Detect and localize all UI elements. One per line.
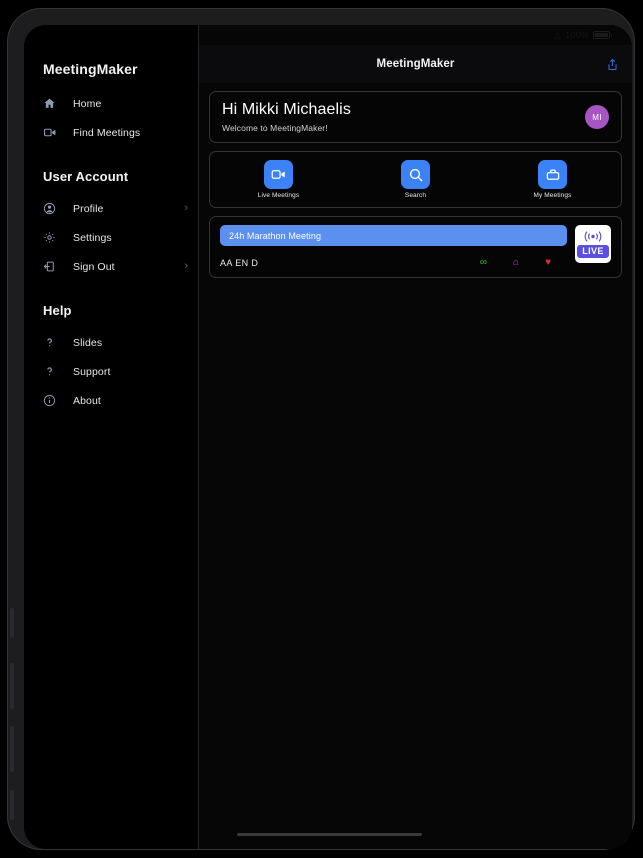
sidebar-item-label: Settings — [73, 231, 112, 244]
action-label: My Meetings — [533, 192, 572, 199]
greeting-title: Hi Mikki Michaelis — [222, 100, 351, 118]
live-label: LIVE — [577, 245, 609, 258]
sidebar-item-label: Home — [73, 97, 102, 110]
sidebar-section-help: Help — [43, 303, 72, 318]
greeting-card: Hi Mikki Michaelis Welcome to MeetingMak… — [209, 91, 622, 143]
action-live-meetings[interactable]: Live Meetings — [210, 160, 347, 199]
sidebar-item-settings[interactable]: Settings — [24, 223, 198, 252]
volume-down-button[interactable] — [10, 726, 14, 772]
sidebar-item-label: Find Meetings — [73, 126, 141, 139]
app-layout: MeetingMaker Home Find Meetings User Acc… — [24, 25, 632, 849]
screenshot-root: MeetingMaker Home Find Meetings User Acc… — [0, 0, 643, 858]
infinity-icon: ∞ — [479, 257, 488, 268]
question-mark-icon — [43, 365, 63, 378]
volume-up-button[interactable] — [10, 663, 14, 709]
sidebar-item-label: Profile — [73, 202, 104, 215]
battery-level-label: 100% — [565, 30, 589, 40]
chevron-right-icon: › — [184, 260, 188, 272]
battery-full-icon — [593, 31, 612, 39]
house-icon: ⌂ — [513, 257, 520, 268]
share-icon[interactable] — [602, 53, 622, 75]
app-header: MeetingMaker — [199, 45, 632, 83]
briefcase-icon — [538, 160, 567, 189]
greeting-text: Hi Mikki Michaelis Welcome to MeetingMak… — [222, 101, 585, 133]
sidebar-item-home[interactable]: Home — [24, 89, 198, 118]
meeting-meta-label: AA EN D — [220, 258, 259, 268]
home-icon — [43, 97, 63, 110]
sidebar-brand: MeetingMaker — [43, 61, 138, 77]
search-icon — [401, 160, 430, 189]
device-bezel: MeetingMaker Home Find Meetings User Acc… — [7, 8, 635, 850]
action-label: Live Meetings — [257, 192, 300, 199]
main-content: △ 100% MeetingMaker Hi Mikki Michaelis W… — [199, 25, 632, 849]
device-side-button[interactable] — [10, 608, 14, 638]
device-side-button-lower[interactable] — [10, 790, 14, 820]
broadcast-icon — [583, 230, 603, 243]
sidebar-item-label: About — [73, 394, 101, 407]
page-title: MeetingMaker — [376, 58, 455, 70]
heart-icon: ♥ — [545, 257, 551, 268]
meeting-card[interactable]: 24h Marathon Meeting AA EN D ∞ ⌂ ♥ LIVE — [209, 216, 622, 278]
sidebar-item-label: Slides — [73, 336, 103, 349]
chevron-right-icon: › — [184, 202, 188, 214]
action-label: Search — [404, 192, 427, 199]
sidebar-item-label: Sign Out — [73, 260, 115, 273]
quick-actions-card: Live Meetings Search My Meetings — [209, 151, 622, 208]
gear-icon — [43, 231, 63, 244]
sidebar-item-sign-out[interactable]: Sign Out › — [24, 252, 198, 281]
sidebar-item-profile[interactable]: Profile › — [24, 194, 198, 223]
home-indicator[interactable] — [237, 833, 422, 836]
sidebar-item-about[interactable]: About — [24, 386, 198, 415]
sidebar-item-label: Support — [73, 365, 111, 378]
meeting-meta-icons: ∞ ⌂ ♥ — [480, 258, 567, 268]
meeting-title[interactable]: 24h Marathon Meeting — [220, 225, 567, 246]
sidebar-section-user-account: User Account — [43, 169, 129, 184]
greeting-subtitle: Welcome to MeetingMaker! — [222, 123, 328, 134]
wifi-icon: △ — [554, 29, 562, 40]
sign-out-icon — [43, 260, 63, 273]
user-circle-icon — [43, 202, 63, 215]
meeting-meta-row: AA EN D ∞ ⌂ ♥ — [220, 258, 567, 269]
sidebar: MeetingMaker Home Find Meetings User Acc… — [24, 25, 199, 849]
action-my-meetings[interactable]: My Meetings — [484, 160, 621, 199]
avatar[interactable]: MI — [585, 105, 609, 129]
live-badge[interactable]: LIVE — [575, 225, 611, 263]
device-display: MeetingMaker Home Find Meetings User Acc… — [24, 25, 632, 849]
sidebar-item-slides[interactable]: Slides — [24, 328, 198, 357]
action-search[interactable]: Search — [347, 160, 484, 199]
content-panels: Hi Mikki Michaelis Welcome to MeetingMak… — [199, 83, 632, 849]
sidebar-item-find-meetings[interactable]: Find Meetings — [24, 118, 198, 147]
info-circle-icon — [43, 394, 63, 407]
meeting-main: 24h Marathon Meeting AA EN D ∞ ⌂ ♥ — [220, 225, 567, 268]
question-mark-icon — [43, 336, 63, 349]
video-camera-icon — [43, 126, 63, 139]
sidebar-item-support[interactable]: Support — [24, 357, 198, 386]
status-bar: △ 100% — [432, 25, 632, 45]
video-camera-icon — [264, 160, 293, 189]
